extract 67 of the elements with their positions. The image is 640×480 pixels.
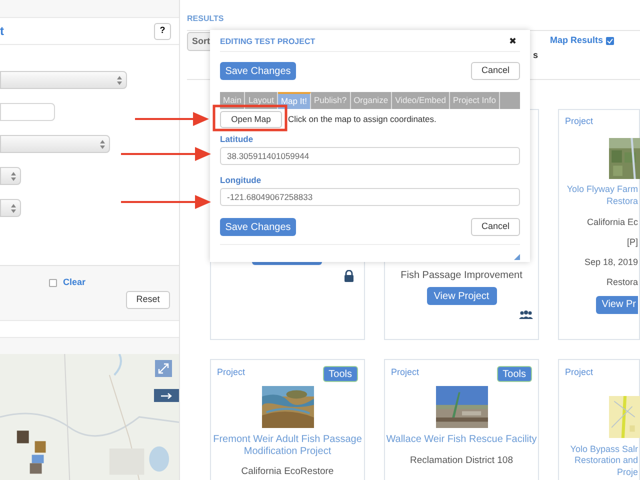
help-button[interactable]: ? bbox=[154, 22, 171, 40]
select-field[interactable] bbox=[0, 199, 21, 217]
field-label: Latitude bbox=[220, 134, 254, 145]
resize-icon bbox=[514, 254, 520, 260]
tools-button[interactable]: Tools bbox=[322, 366, 358, 382]
clear-link[interactable]: Clear bbox=[63, 276, 86, 290]
fullscreen-button[interactable] bbox=[155, 360, 172, 377]
project-detail: [P] bbox=[626, 236, 638, 248]
project-title[interactable]: Restora bbox=[606, 194, 638, 206]
lock-icon bbox=[344, 270, 354, 282]
panel-toggle-button[interactable] bbox=[154, 389, 179, 402]
project-detail: Reclamation District 108 bbox=[410, 454, 513, 468]
project-detail: Restora bbox=[606, 276, 638, 288]
clear-checkbox[interactable] bbox=[49, 278, 57, 287]
coordinate-field[interactable]: 38.305911401059944 bbox=[220, 147, 520, 165]
results-tab[interactable]: s bbox=[533, 49, 538, 62]
project-category: Fish Passage Improvement bbox=[400, 269, 522, 283]
view-project-button[interactable]: View Project bbox=[426, 287, 496, 305]
coordinate-field[interactable]: -121.68049067258833 bbox=[220, 188, 520, 206]
save-button[interactable]: Save Changes bbox=[220, 62, 296, 80]
project-title[interactable]: Restoration and bbox=[574, 455, 638, 466]
card-label: Project bbox=[565, 366, 594, 379]
dialog-tab[interactable]: Organize bbox=[350, 92, 392, 109]
check-icon bbox=[607, 38, 614, 44]
project-detail: California Ec bbox=[586, 216, 638, 228]
select-field[interactable] bbox=[0, 167, 21, 185]
right-arrow-icon bbox=[161, 392, 173, 398]
save-button[interactable]: Save Changes bbox=[220, 218, 296, 236]
reset-button[interactable]: Reset bbox=[126, 291, 170, 309]
card-label: Project bbox=[565, 115, 594, 128]
close-button[interactable]: ✖ bbox=[509, 34, 517, 48]
dialog-tab[interactable]: Video/Embed bbox=[392, 92, 450, 109]
updown-icon bbox=[11, 172, 16, 180]
dialog-tab[interactable]: Project Info bbox=[450, 92, 500, 109]
dialog-title: EDITING TEST PROJECT bbox=[220, 36, 316, 48]
open-map-button[interactable]: Open Map bbox=[220, 111, 282, 128]
project-title[interactable]: Modification Project bbox=[244, 446, 332, 457]
dialog-tab[interactable]: Map It! bbox=[278, 92, 311, 109]
team-icon bbox=[519, 310, 533, 319]
project-title[interactable]: Proje bbox=[616, 466, 638, 478]
card-label: Project bbox=[391, 366, 420, 379]
project-title[interactable]: Yolo Flyway Farm bbox=[566, 182, 638, 194]
map-results-label: Map Results bbox=[550, 34, 604, 47]
tools-button[interactable]: Tools bbox=[496, 366, 532, 382]
view-project-button[interactable]: View Pr bbox=[596, 296, 638, 314]
project-detail: Sep 18, 2019 bbox=[584, 256, 638, 268]
select-field[interactable] bbox=[0, 135, 110, 153]
select-field[interactable] bbox=[0, 71, 127, 89]
updown-icon bbox=[100, 140, 105, 148]
dialog-tab[interactable]: Main bbox=[220, 92, 246, 109]
cancel-button[interactable]: Cancel bbox=[471, 62, 520, 80]
cancel-button[interactable]: Cancel bbox=[471, 218, 520, 236]
expand-icon bbox=[158, 363, 169, 374]
dialog-tab[interactable]: Publish? bbox=[310, 92, 351, 109]
project-detail: California EcoRestore bbox=[241, 465, 334, 479]
map-results-checkbox[interactable] bbox=[606, 36, 614, 45]
updown-icon bbox=[117, 76, 122, 84]
map-hint: Click on the map to assign coordinates. bbox=[288, 113, 436, 126]
text-field[interactable] bbox=[0, 103, 55, 121]
panel-title: t bbox=[0, 23, 4, 40]
project-title[interactable]: Wallace Weir Fish Rescue Facility bbox=[386, 434, 537, 446]
updown-icon bbox=[11, 204, 16, 212]
field-label: Longitude bbox=[220, 175, 262, 186]
results-heading: RESULTS bbox=[187, 13, 225, 25]
card-label: Project bbox=[217, 366, 246, 379]
project-title[interactable]: Fremont Weir Adult Fish Passage bbox=[213, 434, 362, 446]
project-title[interactable]: Yolo Bypass Salr bbox=[570, 444, 638, 455]
